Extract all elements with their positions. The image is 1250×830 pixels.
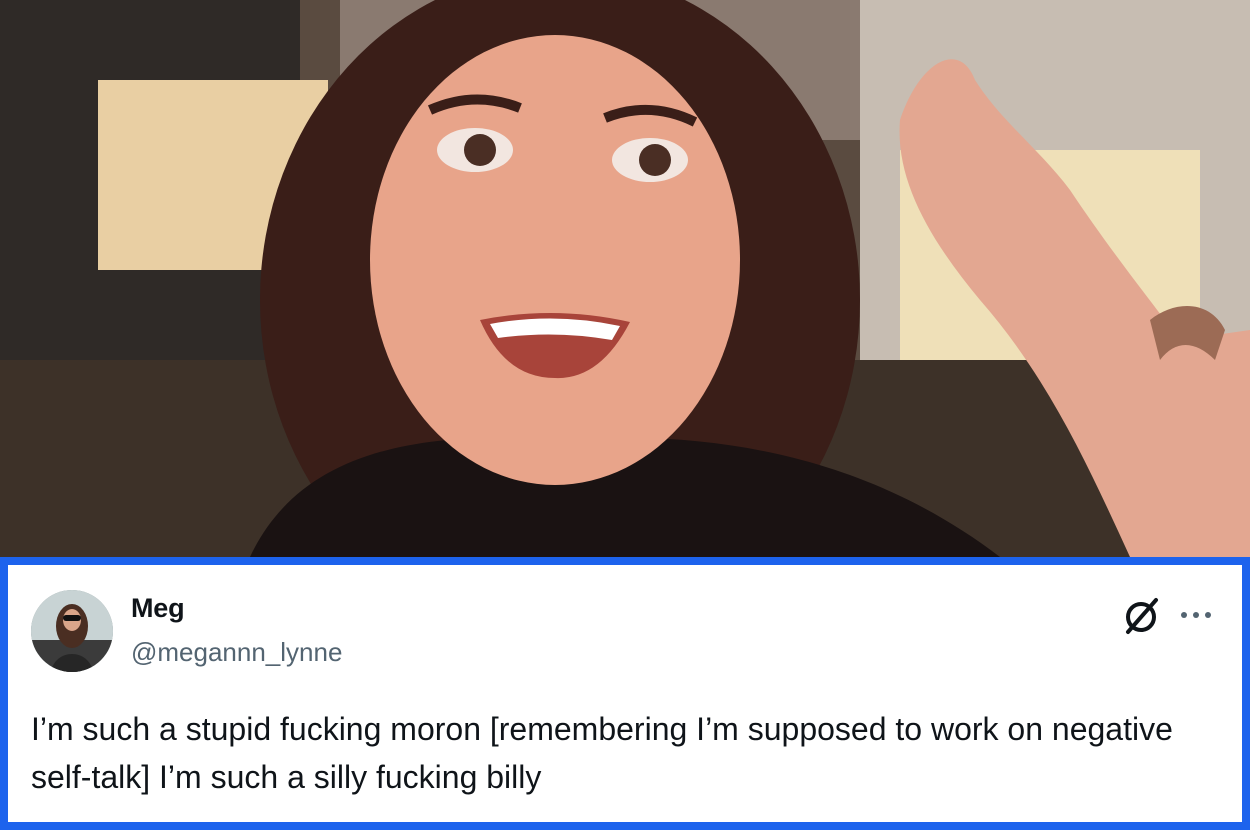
- photo: [0, 0, 1250, 557]
- tweet-text: I’m such a stupid fucking moron [remembe…: [31, 711, 1173, 795]
- meme-frame: Meg @megannn_lynne I’m such a stupid fuc…: [0, 0, 1250, 830]
- x-logo-icon: [1120, 595, 1162, 637]
- avatar[interactable]: [31, 590, 113, 672]
- display-name[interactable]: Meg: [131, 593, 185, 624]
- tweet-card: Meg @megannn_lynne I’m such a stupid fuc…: [0, 557, 1250, 830]
- user-handle[interactable]: @megannn_lynne: [131, 637, 342, 668]
- more-dots-icon[interactable]: [1176, 595, 1216, 635]
